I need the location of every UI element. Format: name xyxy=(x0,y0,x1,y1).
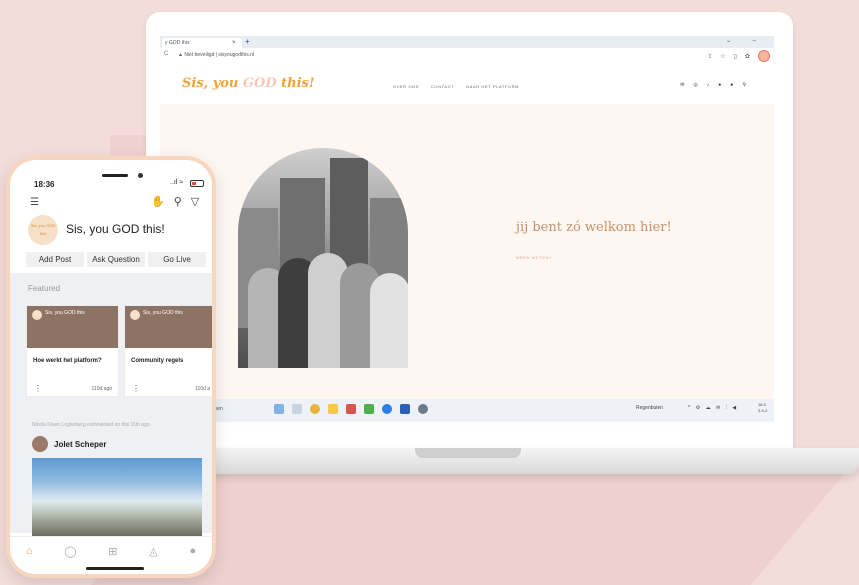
card-image: Sis, you GOD this xyxy=(27,306,118,348)
app-icon[interactable] xyxy=(346,404,356,414)
featured-card[interactable]: Sis, you GOD this Community regels ⋮ 110… xyxy=(124,305,212,397)
card-logo xyxy=(32,310,42,320)
browser-tabbar: y GOD this × + ⌄ – xyxy=(160,36,774,48)
chat-icon[interactable]: ◯ xyxy=(64,545,76,574)
windows-taskbar: eken Regenbuien ^ ⚙ ☁ ✉ ⫶ ◀ 18:3 3-9-2 xyxy=(160,399,774,422)
word-icon[interactable] xyxy=(400,404,410,414)
featured-card[interactable]: Sis, you GOD this Hoe werkt het platform… xyxy=(26,305,119,397)
hero-title: jij bent zó welkom hier! xyxy=(516,220,672,235)
hero-photo xyxy=(238,148,408,368)
search-icon[interactable]: ⚲ xyxy=(742,82,746,88)
phone-header-actions: ✋ ⚲ ▽ xyxy=(151,195,199,208)
extensions-icon[interactable]: ✿ xyxy=(745,53,750,60)
card-image-title: Sis, you GOD this xyxy=(45,310,85,316)
browser-tab[interactable]: y GOD this × xyxy=(162,38,242,48)
more-icon[interactable]: ⋮ xyxy=(34,384,42,393)
sidepanel-icon[interactable]: ▯ xyxy=(734,53,737,60)
person-shape xyxy=(370,273,408,368)
nav-over-ons[interactable]: OVER ONS xyxy=(393,84,419,89)
card-age: 110d ago xyxy=(91,386,112,392)
filter-icon[interactable]: ▽ xyxy=(191,195,199,208)
action-tabs: Add Post Ask Question Go Live xyxy=(26,252,206,267)
pinterest-icon[interactable]: ● xyxy=(718,82,721,88)
site-nav: OVER ONS CONTACT NAAR HET PLATFORM xyxy=(393,84,519,89)
phone: 18:36 ..ıl ≈ ☰ ✋ ⚲ ▽ Sis, you GOD this S… xyxy=(6,156,216,578)
phone-camera xyxy=(138,173,143,178)
instagram-icon[interactable]: ◎ xyxy=(693,82,697,88)
taskview-icon[interactable] xyxy=(292,404,302,414)
group-logo[interactable]: Sis, you GOD this xyxy=(28,215,58,245)
laptop-notch xyxy=(415,448,521,458)
address-bar[interactable]: C ▲ Niet beveiligd | sisyougodthis.nl ⇪ … xyxy=(160,48,774,65)
group-name: Sis, you GOD this! xyxy=(66,222,165,236)
laptop-screen: y GOD this × + ⌄ – C ▲ Niet beveiligd | … xyxy=(160,36,774,422)
chrome-icon[interactable] xyxy=(310,404,320,414)
battery-icon xyxy=(190,180,204,187)
card-image: Sis, you GOD this xyxy=(125,306,212,348)
featured-label: Featured xyxy=(28,284,61,293)
mail-icon[interactable]: ✉ xyxy=(680,82,684,88)
profile-icon[interactable]: ● xyxy=(189,545,196,574)
widgets-icon[interactable] xyxy=(274,404,284,414)
bell-icon[interactable]: ◬ xyxy=(149,545,157,574)
explorer-icon[interactable] xyxy=(328,404,338,414)
facebook-icon[interactable]: ● xyxy=(730,82,733,88)
address-text[interactable]: ▲ Niet beveiligd | sisyougodthis.nl xyxy=(178,52,254,58)
system-tray[interactable]: ^ ⚙ ☁ ✉ ⫶ ◀ xyxy=(688,405,738,411)
ask-question-button[interactable]: Ask Question xyxy=(87,252,145,267)
tiktok-icon[interactable]: ♪ xyxy=(707,82,710,88)
signal-icon: ..ıl ≈ xyxy=(170,179,184,186)
home-indicator xyxy=(86,567,144,570)
search-icon[interactable]: ⚲ xyxy=(174,195,182,208)
more-icon[interactable]: ⋮ xyxy=(132,384,140,393)
card-image-title: Sis, you GOD this xyxy=(143,310,183,316)
nav-contact[interactable]: CONTACT xyxy=(431,84,454,89)
site-header: Sis, you GOD this! OVER ONS CONTACT NAAR… xyxy=(160,64,774,104)
window-controls[interactable]: ⌄ – xyxy=(726,37,766,44)
store-icon[interactable] xyxy=(364,404,374,414)
menu-icon[interactable]: ☰ xyxy=(30,197,39,208)
go-live-button[interactable]: Go Live xyxy=(148,252,206,267)
phone-time: 18:36 xyxy=(34,180,55,189)
star-icon[interactable]: ☆ xyxy=(720,53,725,60)
card-logo xyxy=(130,310,140,320)
taskbar-apps xyxy=(274,404,428,414)
edge-icon[interactable] xyxy=(382,404,392,414)
post-author[interactable]: Jolet Scheper xyxy=(54,440,106,449)
new-tab-button[interactable]: + xyxy=(245,37,250,47)
add-post-button[interactable]: Add Post xyxy=(26,252,84,267)
site-logo[interactable]: Sis, you GOD this! xyxy=(182,76,315,91)
logo-text: Sis, you xyxy=(182,76,243,91)
card-title: Hoe werkt het platform? xyxy=(33,358,102,364)
card-title: Community regels xyxy=(131,358,184,364)
reload-icon[interactable]: C xyxy=(164,51,168,57)
nav-platform[interactable]: NAAR HET PLATFORM xyxy=(466,84,519,89)
tab-title: y GOD this xyxy=(165,40,190,46)
phone-speaker xyxy=(102,174,128,177)
share-icon[interactable]: ⇪ xyxy=(707,53,712,60)
hero-more-link[interactable]: MEER WETEN? xyxy=(516,255,552,260)
avatar[interactable] xyxy=(32,436,48,452)
weather-widget[interactable]: Regenbuien xyxy=(636,405,663,411)
profile-avatar[interactable] xyxy=(758,50,770,62)
settings-icon[interactable] xyxy=(418,404,428,414)
post-image[interactable] xyxy=(32,458,202,536)
close-icon[interactable]: × xyxy=(232,38,236,48)
logo-text-end: this! xyxy=(276,76,315,91)
clock[interactable]: 18:3 3-9-2 xyxy=(758,402,767,414)
logo-god: GOD xyxy=(242,76,277,91)
clock-date: 3-9-2 xyxy=(758,408,768,413)
social-icons: ✉ ◎ ♪ ● ● ⚲ xyxy=(680,82,746,88)
comment-activity: Nicola Kloen Logterberg commented on thi… xyxy=(32,422,150,428)
home-icon[interactable]: ⌂ xyxy=(26,545,33,574)
card-age: 110d a xyxy=(195,386,210,392)
hand-icon[interactable]: ✋ xyxy=(151,195,165,208)
browser-actions: ⇪ ☆ ▯ ✿ xyxy=(707,50,770,62)
